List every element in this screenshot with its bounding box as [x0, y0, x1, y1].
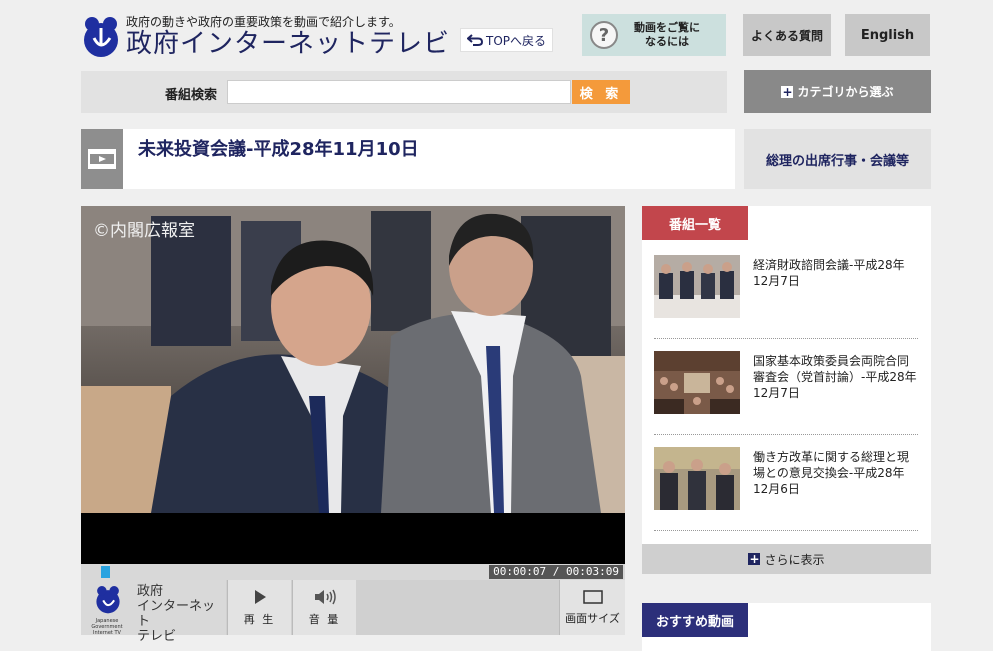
video-icon	[81, 129, 123, 189]
search-label: 番組検索	[165, 88, 218, 103]
pm-events-link[interactable]: 総理の出席行事・会議等	[744, 129, 931, 189]
english-button[interactable]: English	[845, 14, 930, 56]
site-title[interactable]: 政府インターネットテレビ	[126, 28, 450, 60]
screen-size-icon	[582, 589, 603, 604]
progress-handle[interactable]	[101, 566, 110, 578]
return-arrow-icon	[467, 34, 483, 46]
play-label: 再 生	[243, 612, 276, 626]
faq-button[interactable]: よくある質問	[743, 14, 831, 56]
time-display: 00:00:07 / 00:03:09	[489, 565, 623, 579]
player-logo: 政府 インターネット テレビ Japanese Government Interne…	[81, 580, 226, 644]
recommended-header: おすすめ動画	[642, 603, 748, 637]
program-thumbnail[interactable]	[654, 351, 740, 414]
question-icon: ?	[590, 21, 618, 49]
screen-size-label: 画面サイズ	[565, 611, 620, 625]
how-to-watch-label: 動画をご覧に なるには	[634, 21, 700, 48]
program-title-row: 未来投資会議-平成28年11月10日	[81, 129, 735, 189]
copyright-watermark: ©内閣広報室	[93, 221, 195, 241]
volume-icon	[314, 589, 336, 604]
program-title[interactable]: 経済財政諮問会議-平成28年12月7日	[753, 257, 918, 289]
search-button[interactable]: 検 索	[572, 80, 630, 104]
program-title[interactable]: 働き方改革に関する総理と現場との意見交換会-平成28年12月6日	[753, 449, 918, 497]
program-title[interactable]: 国家基本政策委員会両院合同審査会（党首討論）-平成28年12月7日	[753, 353, 918, 401]
plus-icon: +	[748, 552, 761, 566]
show-more-label: さらに表示	[764, 552, 825, 567]
video-scene	[81, 206, 625, 513]
page-title: 未来投資会議-平成28年11月10日	[138, 139, 419, 160]
progress-bar[interactable]: 00:00:07 / 00:03:09	[81, 564, 625, 580]
list-item[interactable]: 経済財政諮問会議-平成28年12月7日	[654, 255, 918, 339]
category-select-button[interactable]: + カテゴリから選ぶ	[744, 70, 931, 113]
player-logo-small-text: Japanese Government Internet TV	[91, 618, 123, 636]
video-letterbox	[81, 513, 625, 564]
program-list-header: 番組一覧	[642, 206, 748, 240]
top-back-link[interactable]: TOPへ戻る	[460, 28, 554, 52]
play-button[interactable]: 再 生	[227, 580, 291, 635]
category-select-label: カテゴリから選ぶ	[797, 85, 894, 99]
program-thumbnail[interactable]	[654, 447, 740, 510]
player-logo-text: 政府 インターネット テレビ	[137, 584, 216, 644]
show-more-button[interactable]: + さらに表示	[642, 544, 931, 574]
site-logo-icon[interactable]	[82, 14, 120, 58]
how-to-watch-button[interactable]: ? 動画をご覧に なるには	[582, 14, 726, 56]
list-item[interactable]: 国家基本政策委員会両院合同審査会（党首討論）-平成28年12月7日	[654, 351, 918, 435]
mini-logo-icon	[96, 586, 120, 614]
screen-size-button[interactable]: 画面サイズ	[559, 580, 625, 635]
top-back-label: TOPへ戻る	[486, 33, 547, 48]
plus-icon: +	[781, 84, 794, 99]
player-controls: 政府 インターネット テレビ Japanese Government Interne…	[81, 580, 625, 644]
play-icon	[254, 589, 266, 604]
search-bar: 番組検索 検 索	[81, 71, 727, 113]
search-input[interactable]	[227, 80, 571, 104]
video-frame[interactable]: ©内閣広報室	[81, 206, 625, 513]
volume-button[interactable]: 音 量	[292, 580, 356, 635]
volume-label: 音 量	[308, 612, 341, 626]
program-thumbnail[interactable]	[654, 255, 740, 318]
list-item[interactable]: 働き方改革に関する総理と現場との意見交換会-平成28年12月6日	[654, 447, 918, 531]
